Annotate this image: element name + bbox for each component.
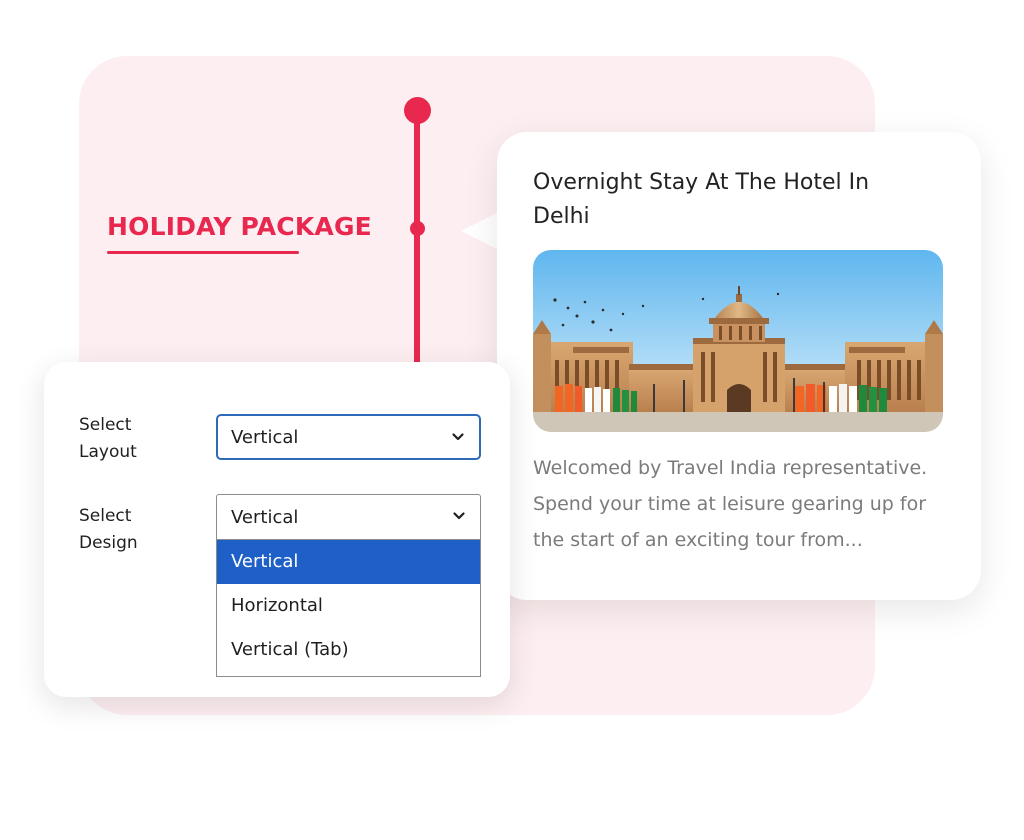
design-label-line1: Select [79, 506, 132, 526]
settings-panel: Select Layout Vertical Select Design Ver… [44, 362, 510, 697]
design-select[interactable]: Vertical [216, 494, 481, 540]
design-label-line2: Design [79, 533, 138, 553]
dropdown-option-horizontal[interactable]: Horizontal [217, 584, 480, 628]
heading-underline [107, 251, 299, 254]
timeline-start-dot [404, 97, 431, 124]
section-heading: HOLIDAY PACKAGE [107, 212, 372, 241]
layout-select-value: Vertical [231, 427, 299, 448]
design-label: Select Design [79, 503, 189, 557]
chevron-down-icon [453, 512, 465, 520]
card-title: Overnight Stay At The Hotel In Delhi [533, 170, 870, 229]
timeline-line [414, 110, 420, 368]
layout-label: Select Layout [79, 412, 189, 466]
itinerary-card: Overnight Stay At The Hotel In Delhi Wel… [497, 132, 981, 600]
layout-label-line1: Select [79, 415, 132, 435]
dropdown-option-vertical[interactable]: Vertical [217, 540, 480, 584]
holiday-package-showcase: HOLIDAY PACKAGE Overnight Stay At The Ho… [0, 0, 1024, 840]
timeline-item-dot [410, 221, 425, 236]
layout-select[interactable]: Vertical [216, 414, 481, 460]
card-image [533, 250, 943, 432]
layout-label-line2: Layout [79, 442, 137, 462]
card-pointer [461, 212, 499, 250]
design-dropdown-list: Vertical Horizontal Vertical (Tab) [216, 540, 481, 677]
dropdown-option-vertical-tab[interactable]: Vertical (Tab) [217, 628, 480, 672]
design-select-value: Vertical [231, 507, 299, 528]
card-description: Welcomed by Travel India representative.… [533, 457, 928, 551]
chevron-down-icon [452, 433, 464, 441]
